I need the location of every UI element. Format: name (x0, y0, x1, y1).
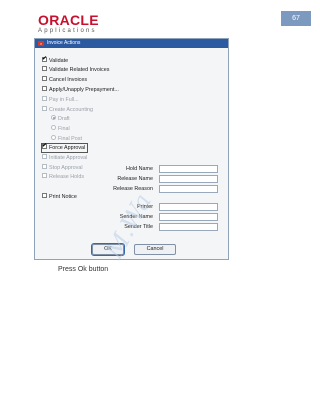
logo-brand: ORACLE (38, 12, 99, 28)
logo-subtitle: Applications (38, 28, 97, 34)
cancel-button[interactable]: Cancel (134, 244, 176, 255)
release-reason-label: Release Reason (113, 186, 153, 192)
option-label: Validate Related Invoices (49, 67, 110, 73)
option-pay-in-full: Pay in Full... (42, 96, 79, 104)
option-label: Force Approval (49, 145, 86, 151)
option-label: Validate (49, 58, 69, 64)
release-name-label: Release Name (117, 176, 153, 182)
checkbox-icon[interactable] (42, 142, 47, 150)
checkbox-icon (42, 164, 47, 170)
option-label: Stop Approval (49, 165, 83, 171)
option-label: Create Accounting (49, 107, 94, 113)
radio-final: Final (51, 125, 70, 133)
radio-icon (51, 135, 56, 141)
option-validate-related[interactable]: Validate Related Invoices (42, 66, 109, 74)
printer-field[interactable] (159, 203, 218, 211)
checkbox-icon[interactable] (42, 66, 47, 72)
checkbox-icon (42, 154, 47, 160)
dialog-title: Invoice Actions (47, 40, 81, 46)
option-validate[interactable]: Validate (42, 55, 69, 65)
option-create-accounting: Create Accounting (42, 106, 93, 114)
option-apply-prepayment[interactable]: Apply/Unapply Prepayment... (42, 86, 119, 94)
option-force-approval[interactable]: Force Approval (40, 142, 89, 153)
checkbox-icon[interactable] (42, 86, 47, 92)
close-icon[interactable]: × (38, 41, 44, 46)
option-label: Apply/Unapply Prepayment... (49, 87, 119, 93)
release-name-field[interactable] (159, 175, 218, 183)
option-label: Cancel Invoices (49, 77, 88, 83)
radio-draft: Draft (51, 115, 70, 123)
option-release-holds: Release Holds (42, 173, 84, 181)
option-label: Pay in Full... (49, 97, 79, 103)
option-label: Print Notice (49, 194, 77, 200)
release-reason-field[interactable] (159, 185, 218, 193)
checkbox-icon[interactable] (42, 193, 47, 199)
page-number: 67 (281, 11, 311, 26)
checkbox-icon (42, 106, 47, 112)
caption-text: Press Ok button (58, 266, 109, 273)
sender-name-field[interactable] (159, 213, 218, 221)
radio-icon (51, 115, 56, 121)
option-stop-approval: Stop Approval (42, 164, 83, 172)
hold-name-field[interactable] (159, 165, 218, 173)
oracle-logo: ORACLE Applications (38, 13, 99, 36)
radio-label: Draft (58, 116, 70, 122)
checkbox-icon[interactable] (42, 55, 47, 63)
option-print-notice[interactable]: Print Notice (42, 193, 77, 201)
checkbox-icon[interactable] (42, 76, 47, 82)
option-cancel-invoices[interactable]: Cancel Invoices (42, 76, 87, 84)
option-label: Initiate Approval (49, 155, 88, 161)
option-initiate-approval: Initiate Approval (42, 154, 87, 162)
radio-label: Final (58, 126, 70, 132)
hold-name-label: Hold Name (126, 166, 153, 172)
option-label: Release Holds (49, 174, 85, 180)
radio-icon (51, 125, 56, 131)
sender-title-field[interactable] (159, 223, 218, 231)
radio-final-post: Final Post (51, 135, 82, 143)
checkbox-icon (42, 96, 47, 102)
dialog-titlebar: × Invoice Actions (35, 39, 228, 48)
checkbox-icon (42, 173, 47, 179)
radio-label: Final Post (58, 136, 82, 142)
